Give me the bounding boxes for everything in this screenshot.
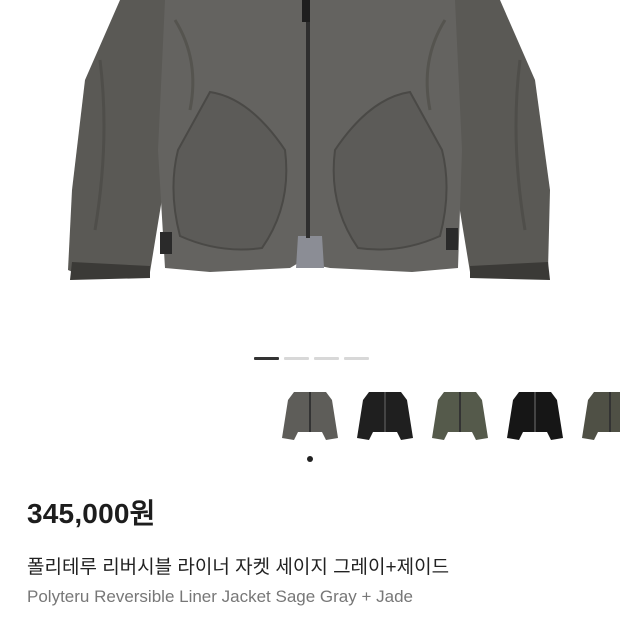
thumbnail-black-jacket[interactable] [355, 386, 415, 446]
jacket-thumbnail-icon [582, 392, 620, 440]
thumbnail-olive-jacket[interactable] [580, 386, 620, 446]
jacket-thumbnail-icon [507, 392, 563, 440]
thumbnail-selected-dot [307, 456, 313, 462]
thumbnail-gray-jacket[interactable] [280, 386, 340, 446]
jacket-thumbnail-icon [357, 392, 413, 440]
pager-segment-2[interactable] [284, 357, 309, 360]
thumbnail-sage-jacket[interactable] [430, 386, 490, 446]
product-price: 345,000원 [27, 498, 156, 529]
pager-segment-4[interactable] [344, 357, 369, 360]
jacket-thumbnail-icon [282, 392, 338, 440]
jacket-illustration [68, 0, 550, 280]
jacket-thumbnail-icon [432, 392, 488, 440]
pager-segment-3[interactable] [314, 357, 339, 360]
image-pager [254, 357, 369, 360]
pager-segment-1[interactable] [254, 357, 279, 360]
product-main-image[interactable] [0, 0, 620, 340]
product-title-english: Polyteru Reversible Liner Jacket Sage Gr… [27, 587, 414, 606]
color-thumbnails [280, 386, 620, 446]
thumbnail-black-jacket-2[interactable] [505, 386, 565, 446]
product-title-korean: 폴리테루 리버시블 라이너 자켓 세이지 그레이+제이드 [27, 557, 450, 578]
